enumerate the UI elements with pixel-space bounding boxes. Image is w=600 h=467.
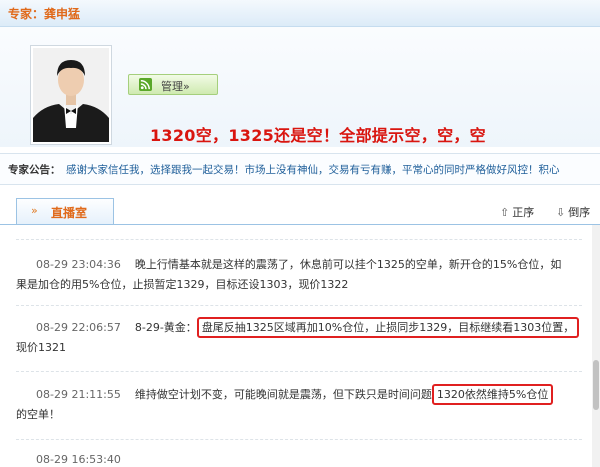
tab-live-room-label: 直播室 [51,206,88,220]
avatar [33,48,109,142]
profile-panel: 管理» 1320空，1325还是空！全部提示空，空，空 [0,27,600,147]
announcement-bar: 专家公告： 感谢大家信任我，选择跟我一起交易！市场上没有神仙，交易有亏有赚，平常… [0,153,600,185]
message-time: 08-29 22:06:57 [36,321,121,334]
highlighted-text: 1320依然维持5%仓位 [431,384,554,405]
message-feed: 08-29 23:04:36 晚上行情基本就是这样的震荡了，休息前可以挂个1325… [0,225,592,467]
feed-divider [16,305,582,306]
message-prefix: 8-29-黄金： [134,321,197,334]
feed-message: 08-29 16:53:40 [16,450,582,467]
expert-header-bar: 专家：龚申猛 [0,0,600,27]
sort-asc-button[interactable]: ⇧ 正序 [500,204,534,220]
avatar-frame [30,45,112,145]
avatar-image [33,48,109,142]
tab-arrow-icon: » [31,204,38,217]
feed-message: 08-29 23:04:36 晚上行情基本就是这样的震荡了，休息前可以挂个1325… [16,255,582,295]
tab-live-room[interactable]: » 直播室 [16,198,114,224]
message-time: 08-29 21:11:55 [36,388,121,401]
message-text: 晚上行情基本就是这样的震荡了，休息前可以挂个1325的空单，新开仓的15%仓位，… [134,258,562,271]
announcement-text: 感谢大家信任我，选择跟我一起交易！市场上没有神仙，交易有亏有赚，平常心的同时严格… [66,164,560,176]
message-time: 08-29 23:04:36 [36,258,121,271]
message-text: 果是加仓的用5%仓位，止损暂定1329，目标还设1303，现价1322 [16,278,349,291]
feed-divider [16,239,582,240]
scrollbar-thumb[interactable] [593,360,599,410]
expert-title: 专家：龚申猛 [8,7,81,21]
announcement-label: 专家公告： [8,164,61,176]
rss-icon [139,78,152,91]
headline: 1320空，1325还是空！全部提示空，空，空 [150,126,486,145]
arrow-up-icon: ⇧ [500,206,510,219]
feed-divider [16,371,582,372]
sort-desc-button[interactable]: ⇩ 倒序 [556,204,590,220]
sort-desc-label: 倒序 [568,206,591,219]
message-text: 维持做空计划不变，可能晚间就是震荡，但下跌只是时间问题 [134,388,432,401]
message-time: 08-29 16:53:40 [36,453,121,466]
feed-scrollbar[interactable] [592,225,600,467]
feed-message: 08-29 22:06:57 8-29-黄金： 盘尾反抽1325区域再加10%仓位，… [16,317,582,358]
live-tab-bar: » 直播室 ⇧ 正序 ⇩ 倒序 [0,198,600,225]
highlighted-text: 盘尾反抽1325区域再加10%仓位，止损同步1329，目标继续看1303位置， [196,317,580,338]
arrow-down-icon: ⇩ [556,206,566,219]
feed-divider [16,439,582,440]
message-text: 的空单！ [16,408,60,421]
feed-message: 08-29 21:11:55 维持做空计划不变，可能晚间就是震荡，但下跌只是时间问… [16,384,582,425]
sort-asc-label: 正序 [512,206,535,219]
manage-button-label: 管理» [161,80,190,93]
manage-button[interactable]: 管理» [128,74,218,95]
message-text: 现价1321 [16,341,66,354]
